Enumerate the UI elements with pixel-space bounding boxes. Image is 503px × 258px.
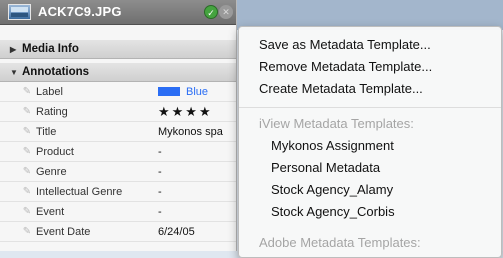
event-value[interactable]: - xyxy=(158,202,234,222)
rating-stars[interactable]: ★★★★ xyxy=(158,102,234,122)
annotation-row-intellectual-genre[interactable]: ✎ Intellectual Genre - xyxy=(0,182,236,202)
annotation-row-label[interactable]: ✎ Label Blue xyxy=(0,82,236,102)
label-value[interactable]: Blue xyxy=(158,82,234,102)
menu-item-save-template[interactable]: Save as Metadata Template... xyxy=(259,37,431,52)
annotation-row-genre[interactable]: ✎ Genre - xyxy=(0,162,236,182)
product-value[interactable]: - xyxy=(158,142,234,162)
metadata-template-menu: Save as Metadata Template... Remove Meta… xyxy=(238,26,502,258)
pencil-icon: ✎ xyxy=(22,226,32,237)
title-value[interactable]: Mykonos spa xyxy=(158,122,234,142)
intellectual-genre-value[interactable]: - xyxy=(158,182,234,202)
menu-header-adobe-templates: Adobe Metadata Templates: xyxy=(259,235,421,250)
pencil-icon: ✎ xyxy=(22,186,32,197)
pencil-icon: ✎ xyxy=(22,126,32,137)
inspector-panel: ACK7C9.JPG ✓ ✕ ▶ Media Info ▼ Annotation… xyxy=(0,0,237,251)
menu-item-template[interactable]: Stock Agency_Alamy xyxy=(271,182,393,197)
cancel-x-icon[interactable]: ✕ xyxy=(219,5,233,19)
menu-item-remove-template[interactable]: Remove Metadata Template... xyxy=(259,59,432,74)
menu-item-template[interactable]: Stock Agency_Corbis xyxy=(271,204,395,219)
file-name: ACK7C9.JPG xyxy=(38,4,122,19)
photo-thumbnail-icon[interactable] xyxy=(8,4,31,20)
menu-item-template[interactable]: Personal Metadata xyxy=(271,160,380,175)
pencil-icon: ✎ xyxy=(22,86,32,97)
genre-value[interactable]: - xyxy=(158,162,234,182)
disclosure-right-icon[interactable]: ▶ xyxy=(10,40,16,59)
event-date-value[interactable]: 6/24/05 xyxy=(158,222,234,242)
pencil-icon: ✎ xyxy=(22,146,32,157)
pencil-icon: ✎ xyxy=(22,106,32,117)
confirm-check-icon[interactable]: ✓ xyxy=(204,5,218,19)
label-color-swatch xyxy=(158,87,180,96)
annotation-row-title[interactable]: ✎ Title Mykonos spa xyxy=(0,122,236,142)
annotation-row-event-date[interactable]: ✎ Event Date 6/24/05 xyxy=(0,222,236,242)
pencil-icon: ✎ xyxy=(22,166,32,177)
pencil-icon: ✎ xyxy=(22,206,32,217)
menu-item-template[interactable]: Mykonos Assignment xyxy=(271,138,394,153)
annotation-row-product[interactable]: ✎ Product - xyxy=(0,142,236,162)
annotation-row-rating[interactable]: ✎ Rating ★★★★ xyxy=(0,102,236,122)
section-annotations[interactable]: ▼ Annotations xyxy=(0,63,236,82)
section-media-info[interactable]: ▶ Media Info xyxy=(0,40,236,59)
menu-header-iview-templates: iView Metadata Templates: xyxy=(259,116,414,131)
menu-item-create-template[interactable]: Create Metadata Template... xyxy=(259,81,423,96)
annotation-row-event[interactable]: ✎ Event - xyxy=(0,202,236,222)
menu-separator xyxy=(239,107,501,108)
disclosure-down-icon[interactable]: ▼ xyxy=(10,63,18,82)
inspector-titlebar: ACK7C9.JPG ✓ ✕ xyxy=(0,0,236,25)
